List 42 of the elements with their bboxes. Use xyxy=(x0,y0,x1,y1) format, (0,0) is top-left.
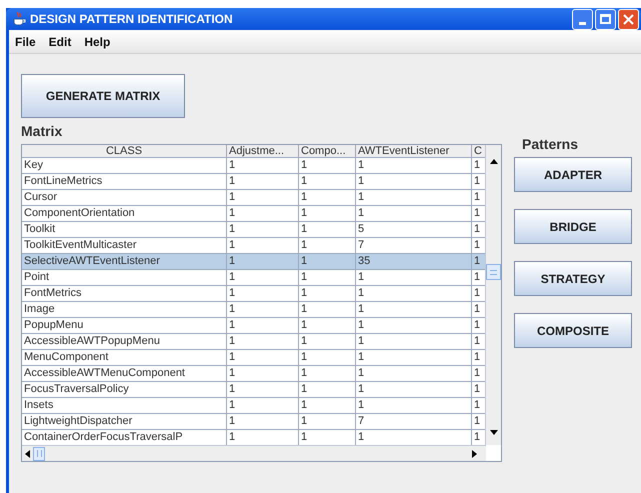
maximize-button[interactable] xyxy=(595,8,616,30)
menu-item[interactable]: Edit xyxy=(48,32,72,50)
table-row[interactable]: ComponentOrientation 1 1 1 1 xyxy=(22,205,485,221)
minimize-button[interactable] xyxy=(572,8,593,30)
table-row[interactable]: SelectiveAWTEventListener 1 1 35 1 xyxy=(22,253,485,269)
pattern-button[interactable]: STRATEGY xyxy=(514,261,632,296)
table-row[interactable]: Point 1 1 1 1 xyxy=(22,269,485,285)
table-row[interactable]: ContainerOrderFocusTraversalP 1 1 1 1 xyxy=(22,429,485,445)
pattern-button[interactable]: BRIDGE xyxy=(514,209,632,244)
left-arrow-icon[interactable] xyxy=(25,450,30,458)
generate-matrix-button[interactable]: GENERATE MATRIX xyxy=(21,74,185,118)
table-row[interactable]: Cursor 1 1 1 1 xyxy=(22,189,485,205)
up-arrow-icon[interactable] xyxy=(490,159,498,164)
table-row[interactable]: Image 1 1 1 1 xyxy=(22,301,485,317)
down-arrow-icon[interactable] xyxy=(490,430,498,435)
table-row[interactable]: Toolkit 1 1 5 1 xyxy=(22,221,485,237)
menu-item[interactable]: File xyxy=(15,32,36,50)
pattern-button[interactable]: COMPOSITE xyxy=(514,313,632,348)
table-row[interactable]: PopupMenu 1 1 1 1 xyxy=(22,317,485,333)
scroll-thumb[interactable] xyxy=(486,264,501,280)
table-row[interactable]: FocusTraversalPolicy 1 1 1 1 xyxy=(22,381,485,397)
table-row[interactable]: FontMetrics 1 1 1 1 xyxy=(22,285,485,301)
table-row[interactable]: ToolkitEventMulticaster 1 1 7 1 xyxy=(22,237,485,253)
table-row[interactable]: AccessibleAWTMenuComponent 1 1 1 1 xyxy=(22,365,485,381)
matrix-label: Matrix xyxy=(21,122,64,140)
horizontal-scrollbar[interactable] xyxy=(22,445,486,461)
scroll-thumb[interactable] xyxy=(33,446,45,460)
menu-item[interactable]: Help xyxy=(84,32,110,50)
patterns-label: Patterns xyxy=(522,135,580,154)
table-row[interactable]: FontLineMetrics 1 1 1 1 xyxy=(22,173,485,189)
table-row[interactable]: Key 1 1 1 1 xyxy=(22,157,485,173)
table-row[interactable]: LightweightDispatcher 1 1 7 1 xyxy=(22,413,485,429)
close-icon xyxy=(623,14,634,24)
right-arrow-icon[interactable] xyxy=(472,450,477,458)
table-row[interactable]: Insets 1 1 1 1 xyxy=(22,397,485,413)
vertical-scrollbar[interactable] xyxy=(485,145,501,445)
pattern-button[interactable]: ADAPTER xyxy=(514,157,632,192)
table-row[interactable]: AccessibleAWTPopupMenu 1 1 1 1 xyxy=(22,333,485,349)
close-button[interactable] xyxy=(618,8,639,30)
table-row[interactable]: MenuComponent 1 1 1 1 xyxy=(22,349,485,365)
window-title: DESIGN PATTERN IDENTIFICATION xyxy=(30,11,233,28)
coffee-cup-icon xyxy=(12,11,26,27)
